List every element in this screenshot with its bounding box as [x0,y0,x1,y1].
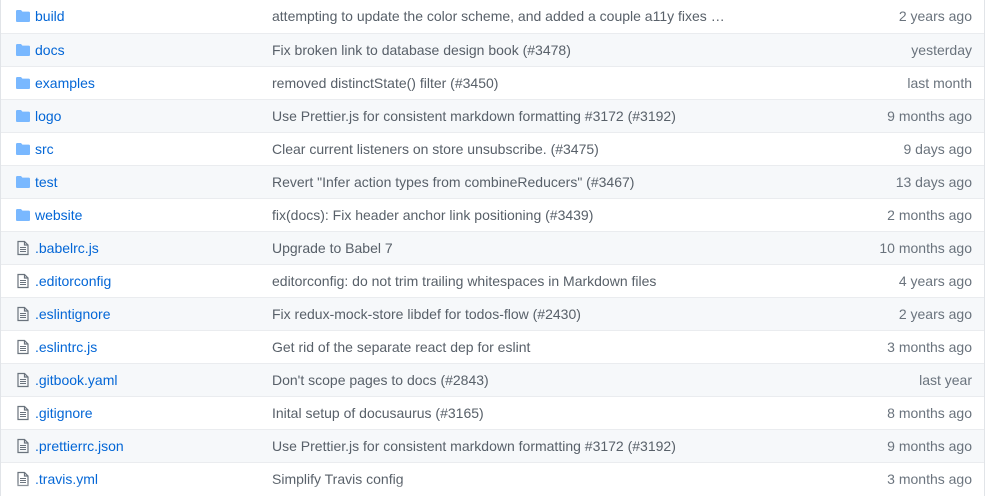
commit-age: 2 months ago [887,207,972,223]
file-text-icon [15,240,31,256]
table-row: website fix(docs): Fix header anchor lin… [1,198,984,231]
file-link[interactable]: test [35,173,58,191]
file-text-icon [15,438,31,454]
folder-icon [15,9,31,23]
file-text-icon [15,339,31,355]
commit-age: 2 years ago [898,306,972,322]
table-row: src Clear current listeners on store uns… [1,132,984,165]
commit-age: 9 months ago [887,108,972,124]
commit-age: 4 years ago [898,273,972,289]
commit-message-link[interactable]: attempting to update the color scheme, a… [272,7,742,25]
table-row: .editorconfig editorconfig: do not trim … [1,264,984,297]
commit-message-link[interactable]: Use Prettier.js for consistent markdown … [272,107,742,125]
table-row: .eslintignore Fix redux-mock-store libde… [1,297,984,330]
file-link[interactable]: website [35,206,82,224]
file-text-icon [15,273,31,289]
table-row: .gitbook.yaml Don't scope pages to docs … [1,363,984,396]
commit-age: last month [907,75,972,91]
commit-age: last year [919,372,972,388]
file-text-icon [15,471,31,487]
file-link[interactable]: examples [35,74,95,92]
file-list-table: build attempting to update the color sch… [0,0,985,496]
file-text-icon [15,405,31,421]
file-link[interactable]: .prettierrc.json [35,437,124,455]
file-link[interactable]: docs [35,41,65,59]
file-link[interactable]: .eslintrc.js [35,338,97,356]
file-link[interactable]: .travis.yml [35,470,98,488]
commit-age: 13 days ago [895,174,972,190]
file-link[interactable]: .gitbook.yaml [35,371,117,389]
commit-message-link[interactable]: Fix redux-mock-store libdef for todos-fl… [272,305,742,323]
commit-age: yesterday [911,42,972,58]
commit-message-link[interactable]: Fix broken link to database design book … [272,41,742,59]
file-link[interactable]: .eslintignore [35,305,111,323]
commit-message-link[interactable]: fix(docs): Fix header anchor link positi… [272,206,742,224]
commit-message-link[interactable]: Upgrade to Babel 7 [272,239,742,257]
folder-icon [15,175,31,189]
commit-message-link[interactable]: Revert "Infer action types from combineR… [272,173,742,191]
table-row: examples removed distinctState() filter … [1,66,984,99]
commit-age: 9 months ago [887,438,972,454]
folder-icon [15,142,31,156]
commit-age: 3 months ago [887,471,972,487]
table-row: .gitignore Inital setup of docusaurus (#… [1,396,984,429]
file-link[interactable]: src [35,140,54,158]
commit-message-link[interactable]: Use Prettier.js for consistent markdown … [272,437,742,455]
table-row: .travis.yml Simplify Travis config 3 mon… [1,462,984,495]
file-link[interactable]: .gitignore [35,404,93,422]
commit-age: 3 months ago [887,339,972,355]
commit-message-link[interactable]: removed distinctState() filter (#3450) [272,74,742,92]
file-text-icon [15,306,31,322]
folder-icon [15,208,31,222]
table-row: .prettierrc.json Use Prettier.js for con… [1,429,984,462]
table-row: test Revert "Infer action types from com… [1,165,984,198]
file-link[interactable]: .babelrc.js [35,239,99,257]
file-link[interactable]: .editorconfig [35,272,111,290]
commit-age: 2 years ago [898,8,972,24]
commit-message-link[interactable]: editorconfig: do not trim trailing white… [272,272,742,290]
file-text-icon [15,372,31,388]
commit-message-link[interactable]: Simplify Travis config [272,470,742,488]
table-row: .babelrc.js Upgrade to Babel 7 10 months… [1,231,984,264]
commit-message-link[interactable]: Get rid of the separate react dep for es… [272,338,742,356]
commit-age: 8 months ago [887,405,972,421]
commit-message-link[interactable]: Don't scope pages to docs (#2843) [272,371,742,389]
commit-message-link[interactable]: Inital setup of docusaurus (#3165) [272,404,742,422]
commit-message-link[interactable]: Clear current listeners on store unsubsc… [272,140,742,158]
folder-icon [15,43,31,57]
folder-icon [15,109,31,123]
commit-age: 9 days ago [903,141,973,157]
table-row: docs Fix broken link to database design … [1,33,984,66]
table-row: .eslintrc.js Get rid of the separate rea… [1,330,984,363]
table-row: logo Use Prettier.js for consistent mark… [1,99,984,132]
commit-age: 10 months ago [879,240,972,256]
folder-icon [15,76,31,90]
table-row: build attempting to update the color sch… [1,0,984,33]
file-link[interactable]: logo [35,107,61,125]
file-link[interactable]: build [35,7,65,25]
